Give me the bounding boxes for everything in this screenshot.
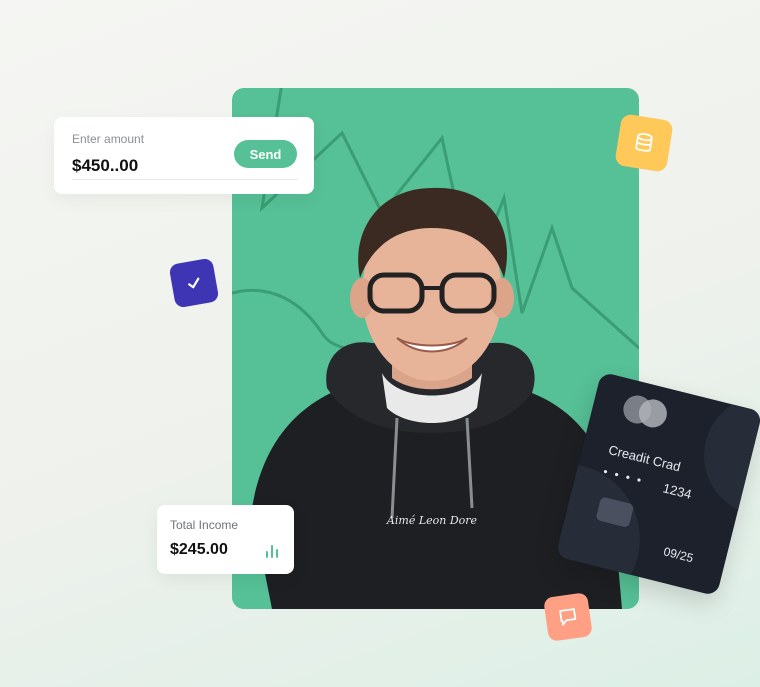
- card-last-four: 1234: [661, 480, 694, 502]
- chat-tile: [543, 592, 593, 642]
- income-label: Total Income: [170, 518, 239, 532]
- card-brand-logo: [620, 392, 674, 434]
- income-value: $245.00: [170, 541, 228, 558]
- amount-label: Enter amount: [72, 132, 145, 146]
- send-button[interactable]: Send: [234, 140, 297, 168]
- card-expiry: 09/25: [662, 544, 695, 566]
- amount-underline: [72, 179, 298, 180]
- hoodie-text: Aimé Leon Dore: [386, 514, 478, 527]
- hero-scene: Aimé Leon Dore Enter amount $450..00 Sen…: [0, 0, 760, 687]
- amount-input[interactable]: $450..00: [72, 156, 138, 176]
- income-card: Total Income $245.00: [157, 505, 294, 574]
- amount-card: Enter amount $450..00 Send: [54, 117, 314, 194]
- database-icon: [635, 133, 653, 152]
- database-tile: [614, 113, 674, 173]
- card-decoration: [691, 382, 760, 529]
- check-icon: [188, 277, 200, 289]
- chat-icon: [559, 608, 577, 626]
- bar-chart-icon: [266, 545, 278, 558]
- check-tile: [168, 257, 220, 309]
